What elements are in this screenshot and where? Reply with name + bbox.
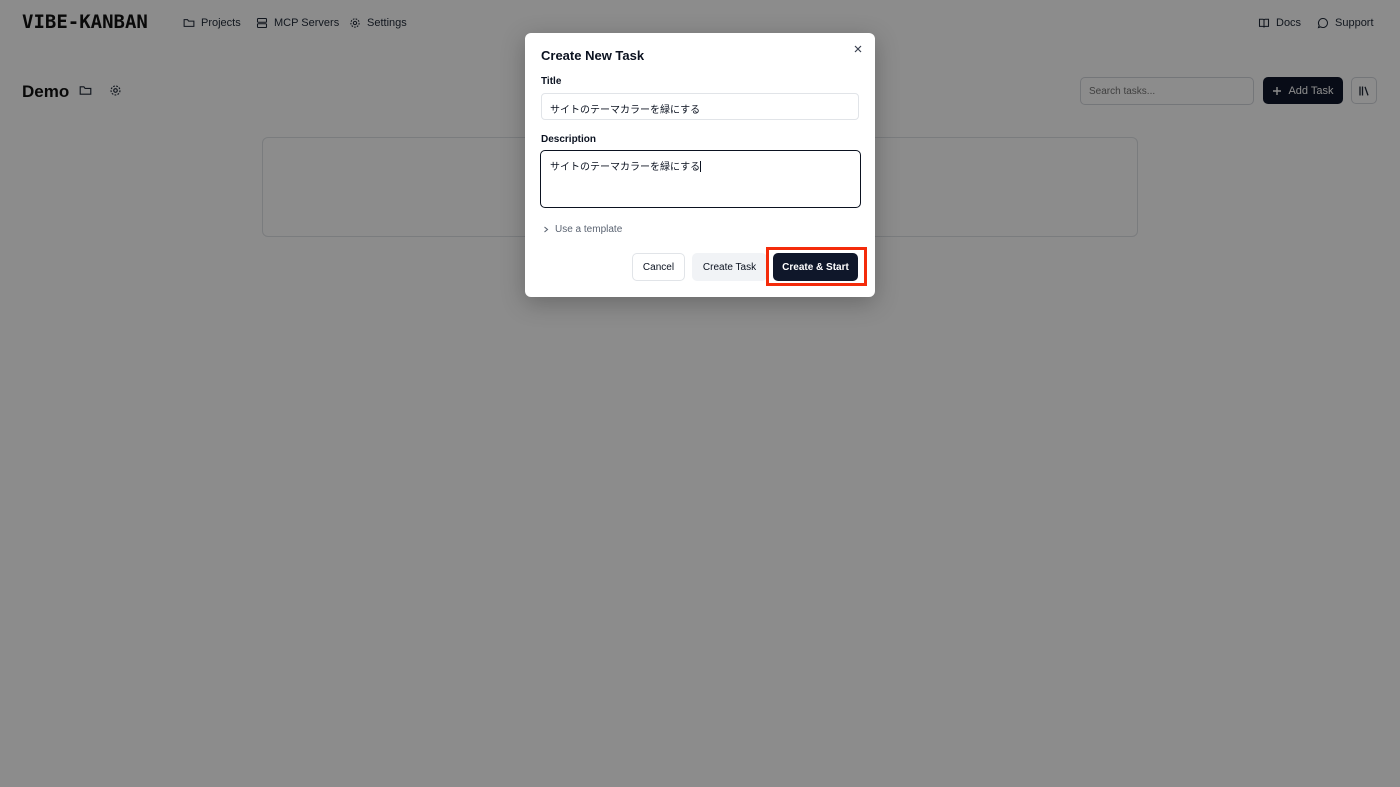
close-icon <box>854 45 862 53</box>
highlight-box <box>766 247 867 286</box>
close-button[interactable] <box>852 43 864 55</box>
use-template-label: Use a template <box>555 224 623 235</box>
text-caret <box>700 161 702 172</box>
description-text: サイトのテーマカラーを緑にする <box>550 162 701 173</box>
title-label: Title <box>541 76 562 87</box>
create-task-dialog: Create New Task Title サイトのテーマカラーを緑にする De… <box>525 33 875 297</box>
chevron-right-icon <box>544 226 549 233</box>
description-label: Description <box>541 134 597 145</box>
dialog-title: Create New Task <box>541 48 645 63</box>
description-textarea[interactable]: サイトのテーマカラーを緑にする <box>540 150 861 208</box>
title-input[interactable]: サイトのテーマカラーを緑にする <box>541 93 859 120</box>
cancel-button[interactable]: Cancel <box>632 253 685 281</box>
create-task-button[interactable]: Create Task <box>692 253 767 281</box>
use-template-toggle[interactable]: Use a template <box>543 224 622 235</box>
